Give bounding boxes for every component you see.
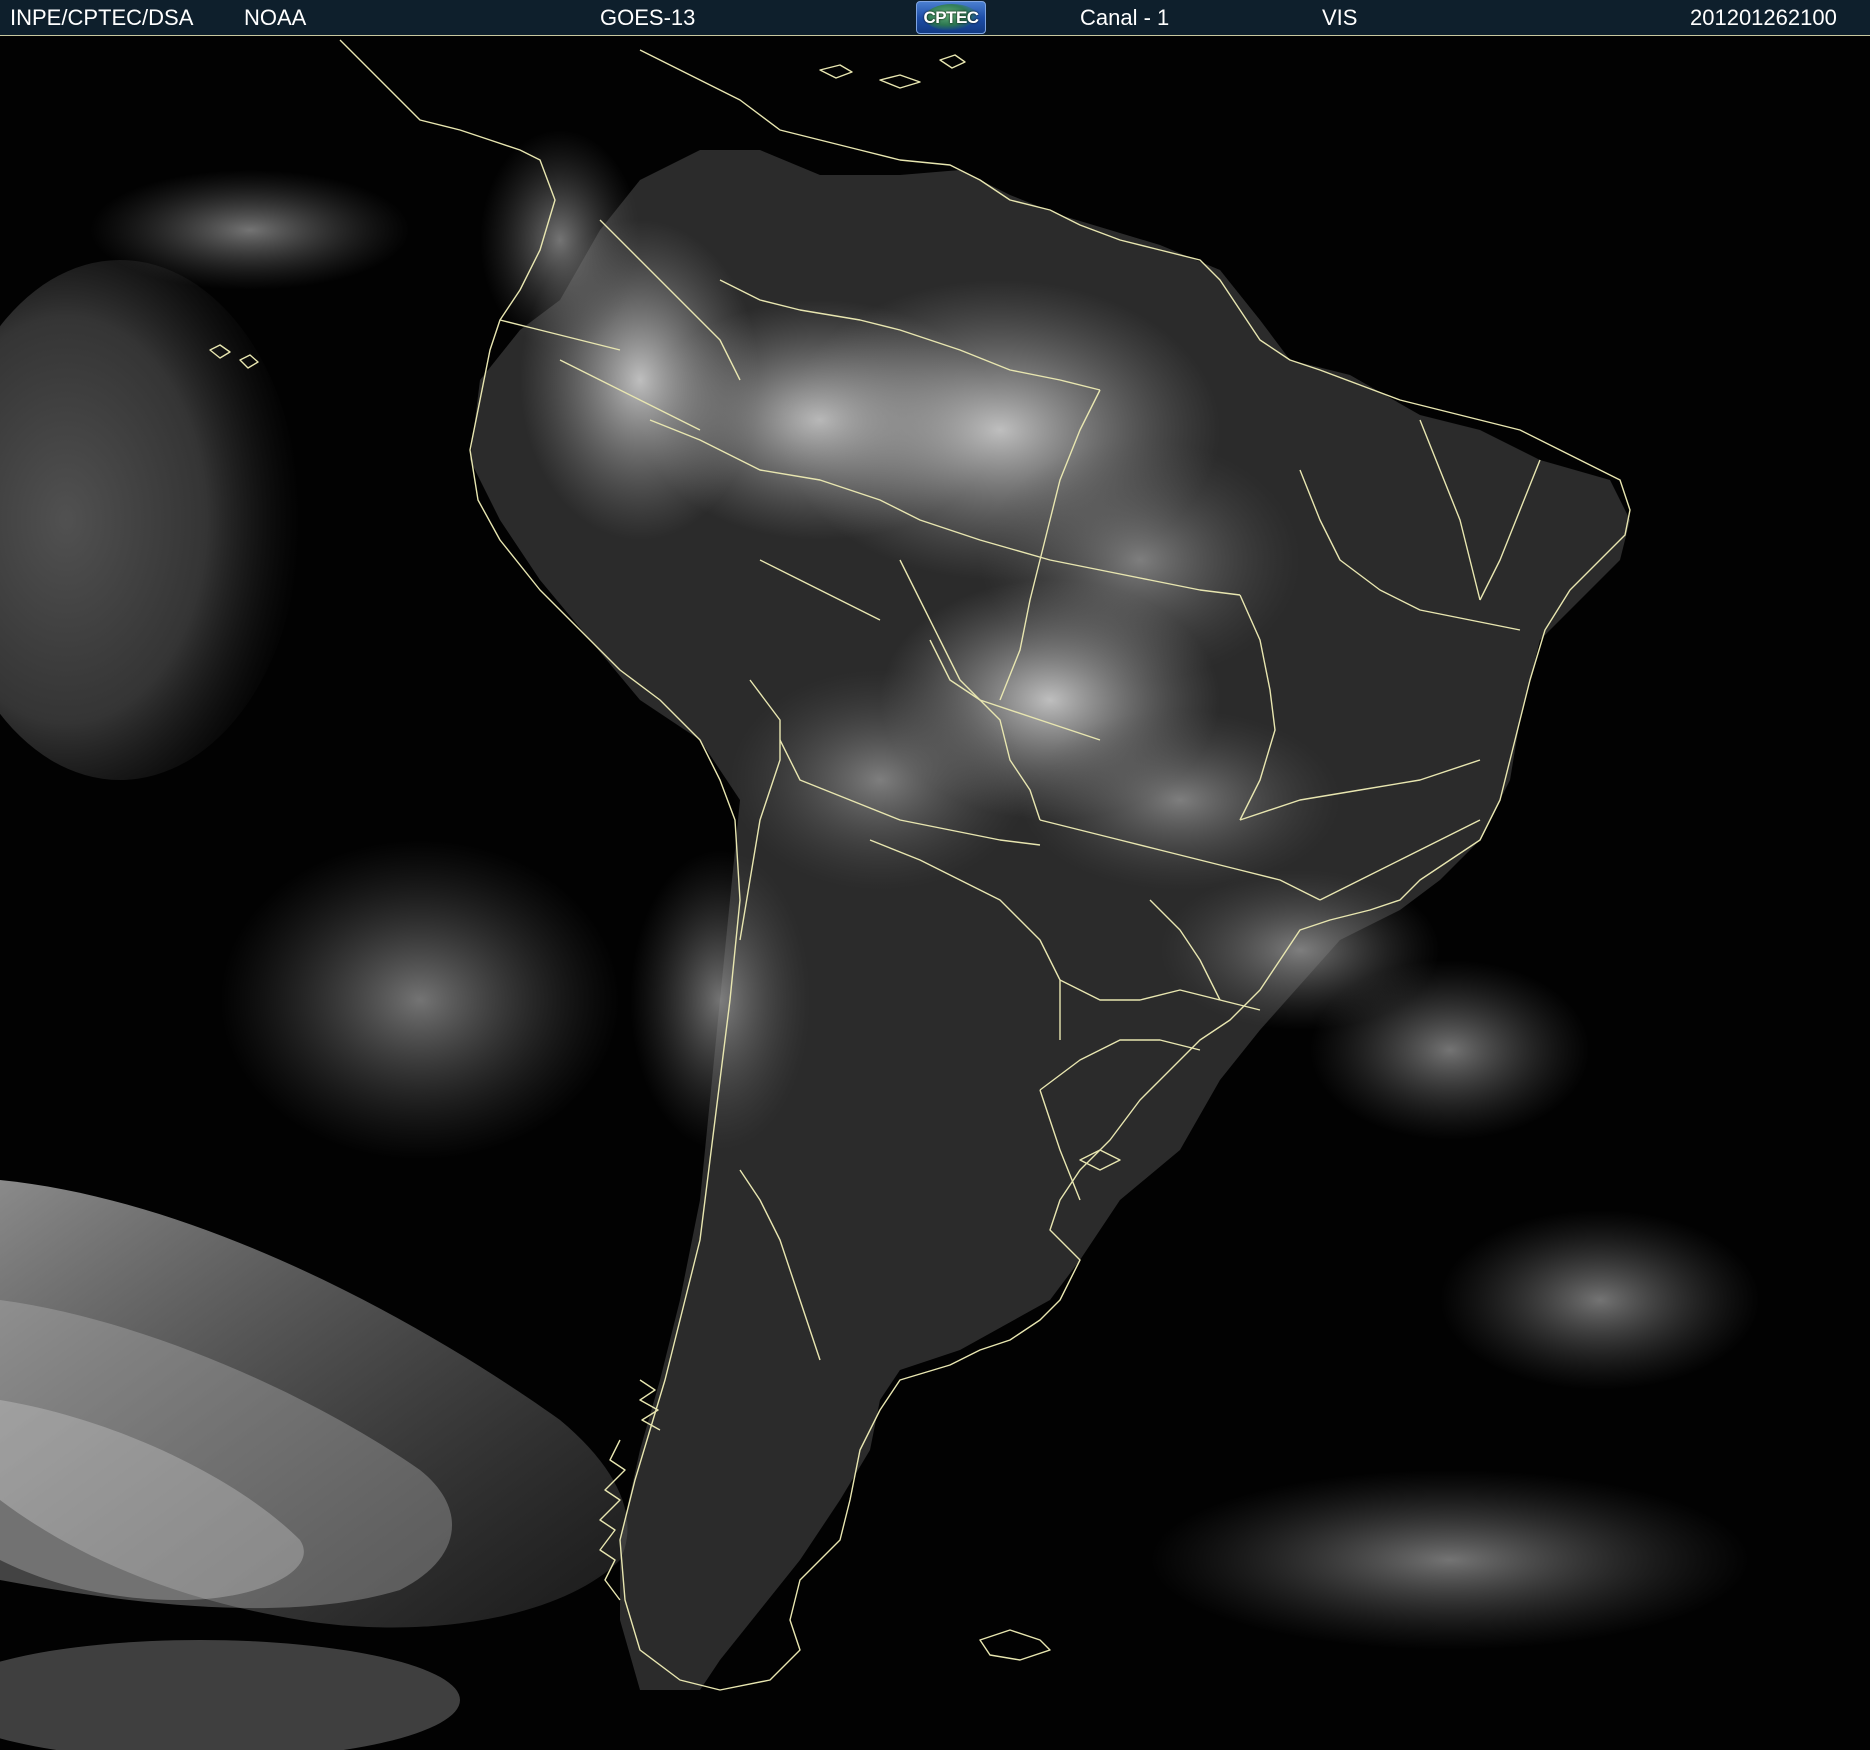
logo-text: CPTEC — [923, 8, 979, 27]
timestamp-label: 201201262100 — [1690, 5, 1837, 30]
southern-cloud-swirl — [0, 1180, 628, 1750]
satellite-label: GOES-13 — [600, 5, 696, 30]
cptec-logo: CPTEC — [916, 1, 986, 34]
channel-label: Canal - 1 — [1080, 5, 1170, 30]
pacific-ocean-haze — [0, 260, 300, 780]
falkland-islands — [979, 1629, 1051, 1661]
band-label: VIS — [1322, 5, 1358, 30]
institution-label: INPE/CPTEC/DSA — [10, 5, 194, 30]
image-header-bar: INPE/CPTEC/DSA NOAA GOES-13 CPTEC Canal … — [0, 0, 1870, 36]
agency-label: NOAA — [244, 5, 307, 30]
satellite-imagery — [0, 36, 1870, 1750]
satellite-image-viewer: INPE/CPTEC/DSA NOAA GOES-13 CPTEC Canal … — [0, 0, 1870, 1750]
